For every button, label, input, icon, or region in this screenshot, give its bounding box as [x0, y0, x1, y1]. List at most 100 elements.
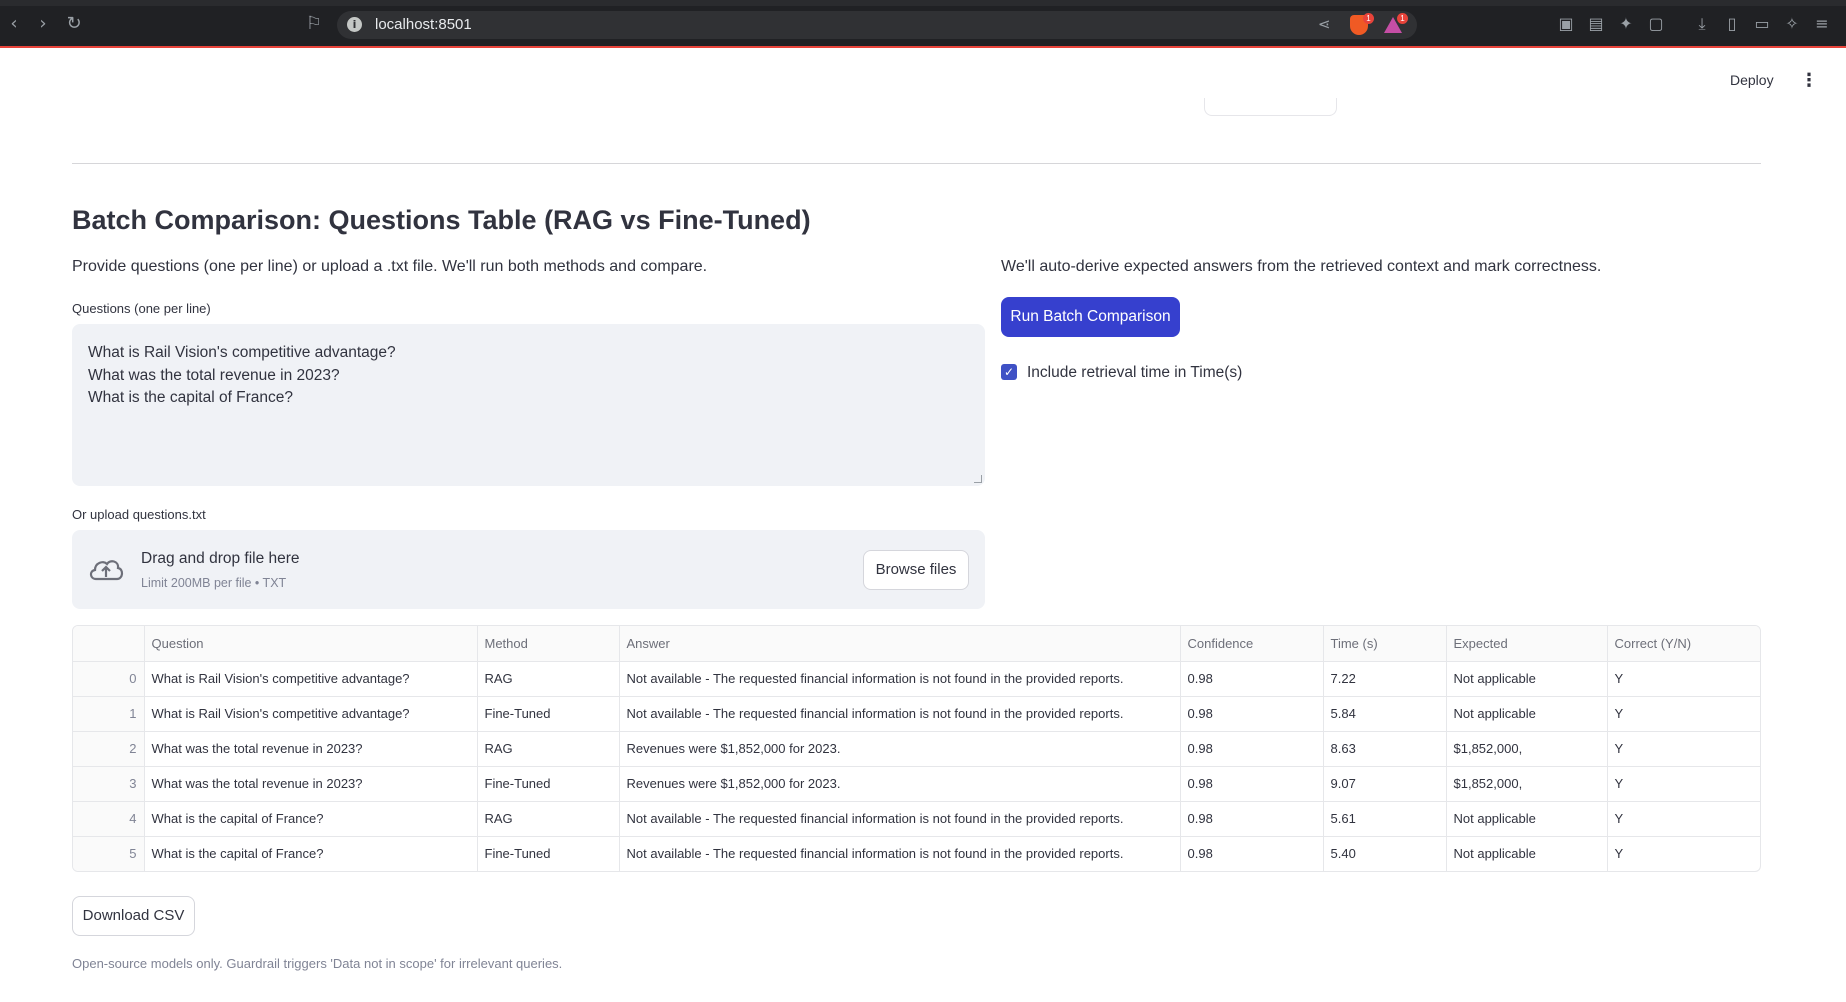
question-cell[interactable]: What was the total revenue in 2023? [144, 731, 478, 767]
correct-cell[interactable]: Y [1607, 801, 1760, 837]
answer-cell[interactable]: Not available - The requested financial … [619, 836, 1181, 871]
column-header-answer[interactable]: Answer [619, 626, 1181, 662]
results-table[interactable]: Question Method Answer Confidence Time (… [72, 625, 1761, 872]
column-header-expected[interactable]: Expected [1446, 626, 1608, 662]
question-line: What was the total revenue in 2023? [88, 366, 340, 384]
site-info-icon[interactable]: i [347, 17, 362, 32]
row-index[interactable]: 2 [73, 731, 145, 767]
expected-cell[interactable]: Not applicable [1446, 836, 1608, 871]
wallet-icon[interactable]: ▭ [1753, 15, 1771, 33]
question-cell[interactable]: What is Rail Vision's competitive advant… [144, 661, 478, 697]
rewards-badge: 1 [1397, 13, 1408, 24]
method-cell[interactable]: RAG [477, 731, 620, 767]
screenshot-icon[interactable]: ▢ [1647, 15, 1665, 33]
table-header-row: Question Method Answer Confidence Time (… [73, 626, 1760, 662]
time-cell[interactable]: 5.40 [1323, 836, 1447, 871]
correct-cell[interactable]: Y [1607, 661, 1760, 697]
expected-cell[interactable]: Not applicable [1446, 661, 1608, 697]
answer-cell[interactable]: Revenues were $1,852,000 for 2023. [619, 766, 1181, 802]
download-icon[interactable]: ⤓ [1693, 15, 1711, 33]
method-cell[interactable]: RAG [477, 661, 620, 697]
sidebar-icon[interactable]: ▯ [1723, 15, 1741, 33]
url-text[interactable]: localhost:8501 [375, 16, 472, 33]
correct-cell[interactable]: Y [1607, 731, 1760, 767]
time-cell[interactable]: 5.84 [1323, 696, 1447, 732]
deploy-button[interactable]: Deploy [1730, 72, 1774, 88]
time-cell[interactable]: 7.22 [1323, 661, 1447, 697]
correct-cell[interactable]: Y [1607, 696, 1760, 732]
reload-icon[interactable]: ↻ [62, 12, 86, 36]
method-cell[interactable]: RAG [477, 801, 620, 837]
include-retrieval-checkbox[interactable]: ✓ [1001, 364, 1017, 380]
answer-cell[interactable]: Not available - The requested financial … [619, 696, 1181, 732]
kebab-menu-icon[interactable]: ⋮ [1800, 70, 1818, 91]
row-index[interactable]: 5 [73, 836, 145, 871]
table-row[interactable]: 4 What is the capital of France? RAG Not av… [73, 801, 1760, 837]
answer-cell[interactable]: Revenues were $1,852,000 for 2023. [619, 731, 1181, 767]
leo-ai-icon[interactable]: ✧ [1783, 15, 1801, 33]
answer-cell[interactable]: Not available - The requested financial … [619, 661, 1181, 697]
column-header-question[interactable]: Question [144, 626, 478, 662]
expected-cell[interactable]: Not applicable [1446, 696, 1608, 732]
confidence-cell[interactable]: 0.98 [1180, 661, 1324, 697]
time-cell[interactable]: 5.61 [1323, 801, 1447, 837]
table-row[interactable]: 2 What was the total revenue in 2023? RAG R… [73, 731, 1760, 767]
question-cell[interactable]: What is the capital of France? [144, 836, 478, 871]
browser-menu-icon[interactable]: ≡ [1813, 15, 1831, 33]
question-cell[interactable]: What is the capital of France? [144, 801, 478, 837]
address-bar[interactable]: i localhost:8501 ⋖ 1 1 [337, 11, 1417, 39]
file-limit-text: Limit 200MB per file • TXT [141, 576, 287, 590]
confidence-cell[interactable]: 0.98 [1180, 801, 1324, 837]
file-uploader-dropzone[interactable]: Drag and drop file here Limit 200MB per … [72, 530, 985, 609]
browse-files-button[interactable]: Browse files [863, 550, 969, 590]
column-header-correct[interactable]: Correct (Y/N) [1607, 626, 1760, 662]
page-title: Batch Comparison: Questions Table (RAG v… [72, 205, 811, 235]
divider [72, 163, 1761, 164]
question-cell[interactable]: What was the total revenue in 2023? [144, 766, 478, 802]
extensions-icon[interactable]: ✦ [1617, 15, 1635, 33]
include-retrieval-label[interactable]: Include retrieval time in Time(s) [1027, 364, 1242, 382]
resize-handle[interactable] [974, 475, 982, 483]
confidence-cell[interactable]: 0.98 [1180, 731, 1324, 767]
method-cell[interactable]: Fine-Tuned [477, 766, 620, 802]
table-row[interactable]: 0 What is Rail Vision's competitive advan… [73, 661, 1760, 697]
column-header-index[interactable] [73, 626, 145, 662]
upload-label: Or upload questions.txt [72, 507, 206, 522]
method-cell[interactable]: Fine-Tuned [477, 696, 620, 732]
confidence-cell[interactable]: 0.98 [1180, 836, 1324, 871]
column-header-method[interactable]: Method [477, 626, 620, 662]
questions-label: Questions (one per line) [72, 301, 211, 316]
bookmark-icon[interactable]: ⚐ [302, 12, 326, 36]
table-row[interactable]: 3 What was the total revenue in 2023? Fine… [73, 766, 1760, 802]
confidence-cell[interactable]: 0.98 [1180, 766, 1324, 802]
table-row[interactable]: 1 What is Rail Vision's competitive advan… [73, 696, 1760, 732]
row-index[interactable]: 1 [73, 696, 145, 732]
expected-cell[interactable]: Not applicable [1446, 801, 1608, 837]
back-icon[interactable]: ‹ [2, 12, 26, 36]
row-index[interactable]: 0 [73, 661, 145, 697]
row-index[interactable]: 4 [73, 801, 145, 837]
row-index[interactable]: 3 [73, 766, 145, 802]
correct-cell[interactable]: Y [1607, 766, 1760, 802]
question-cell[interactable]: What is Rail Vision's competitive advant… [144, 696, 478, 732]
expected-cell[interactable]: $1,852,000, [1446, 766, 1608, 802]
method-cell[interactable]: Fine-Tuned [477, 836, 620, 871]
run-batch-comparison-button[interactable]: Run Batch Comparison [1001, 297, 1180, 337]
confidence-cell[interactable]: 0.98 [1180, 696, 1324, 732]
answer-cell[interactable]: Not available - The requested financial … [619, 801, 1181, 837]
expected-cell[interactable]: $1,852,000, [1446, 731, 1608, 767]
questions-textarea[interactable]: What is Rail Vision's competitive advant… [72, 324, 985, 486]
extension-pen-icon[interactable]: ▤ [1587, 15, 1605, 33]
table-row[interactable]: 5 What is the capital of France? Fine-Tune… [73, 836, 1760, 871]
question-line: What is Rail Vision's competitive advant… [88, 344, 396, 361]
time-cell[interactable]: 8.63 [1323, 731, 1447, 767]
download-csv-button[interactable]: Download CSV [72, 896, 195, 936]
column-header-time[interactable]: Time (s) [1323, 626, 1447, 662]
correct-cell[interactable]: Y [1607, 836, 1760, 871]
time-cell[interactable]: 9.07 [1323, 766, 1447, 802]
collapsed-widget [1204, 98, 1337, 116]
share-icon[interactable]: ⋖ [1318, 15, 1331, 33]
forward-icon[interactable]: › [31, 12, 55, 36]
column-header-confidence[interactable]: Confidence [1180, 626, 1324, 662]
extension-shield-icon[interactable]: ▣ [1557, 15, 1575, 33]
